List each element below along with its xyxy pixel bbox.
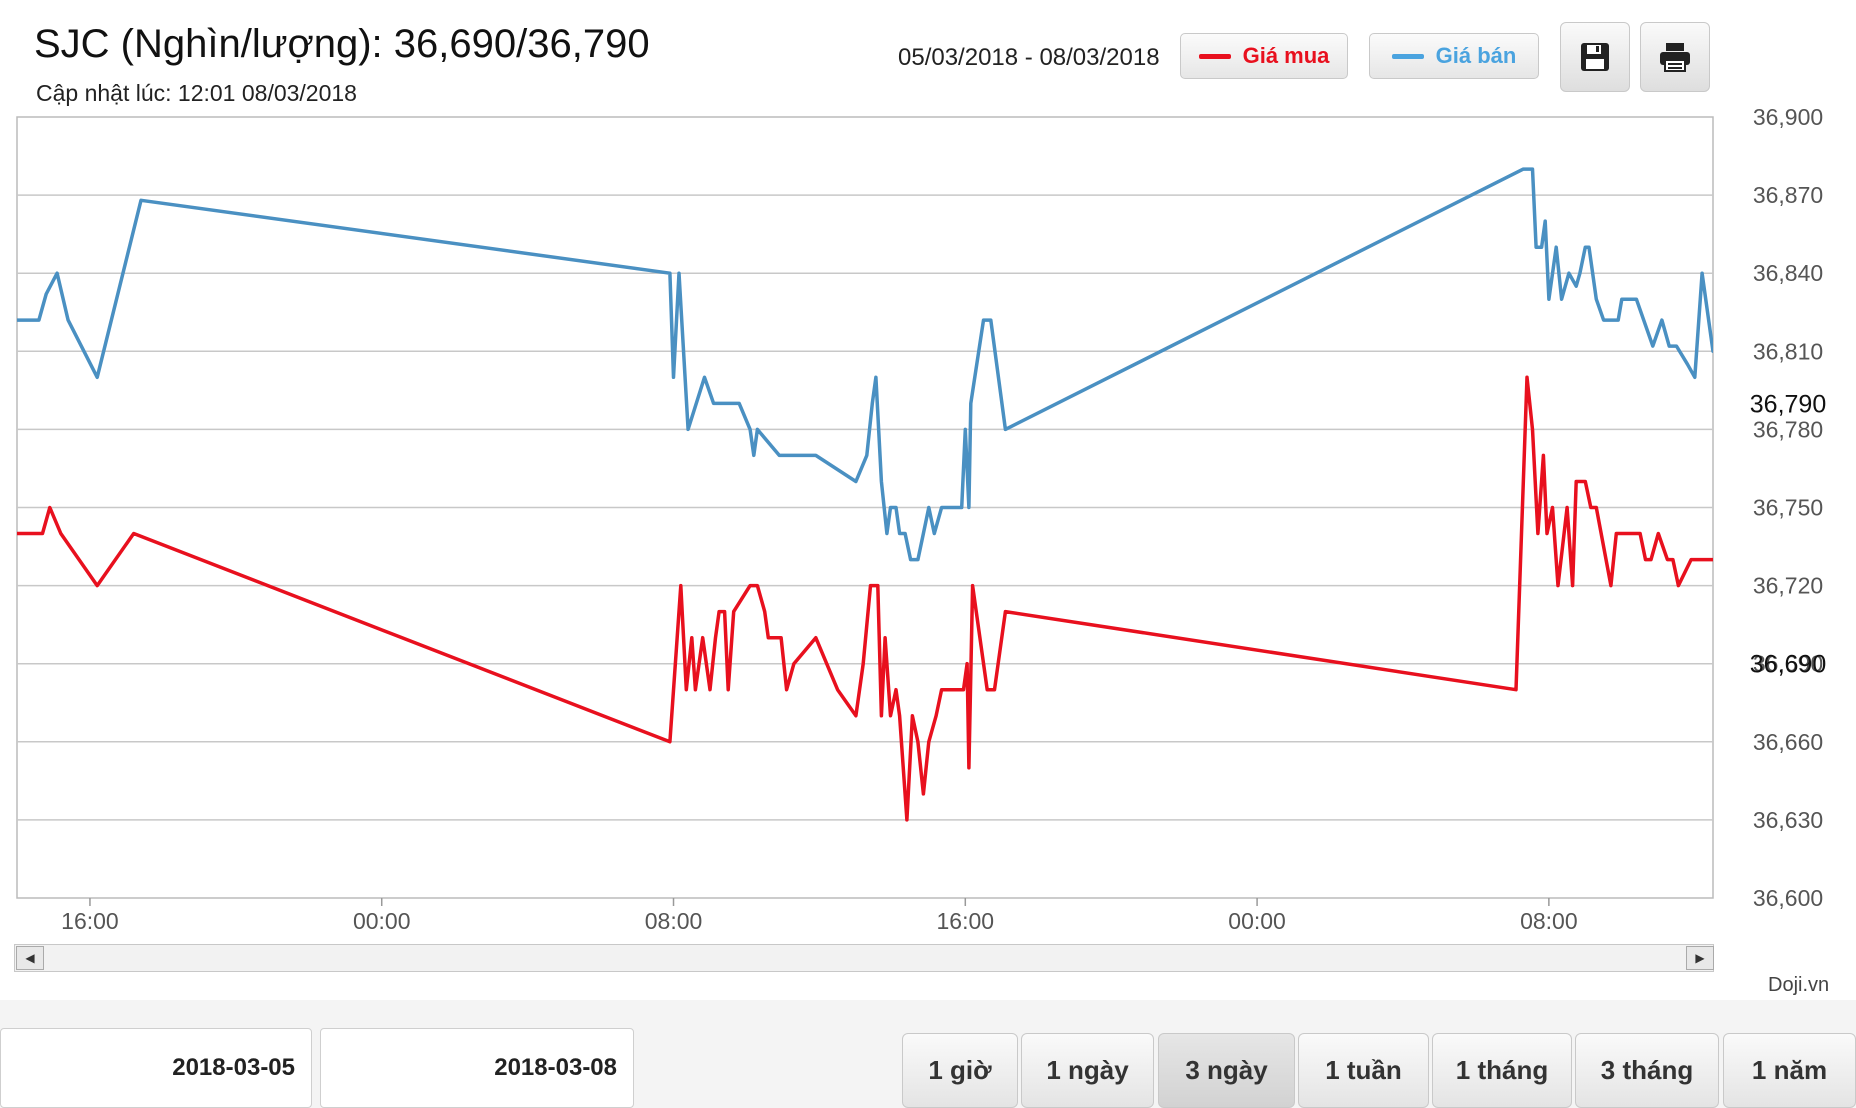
range-button-3-days[interactable]: 3 ngày <box>1158 1033 1295 1108</box>
buy-swatch <box>1198 53 1231 59</box>
save-button[interactable] <box>1560 22 1630 92</box>
last-value-label: 36,790 <box>1750 390 1826 418</box>
date-to-input[interactable]: 2018-03-08 <box>320 1028 634 1108</box>
last-value-label: 36,690 <box>1750 651 1826 679</box>
sell-swatch <box>1391 53 1424 59</box>
x-tick-label: 16:00 <box>937 908 995 934</box>
y-tick-label: 36,660 <box>1753 729 1823 755</box>
range-button-1-day[interactable]: 1 ngày <box>1021 1033 1154 1108</box>
chart-scrollbar[interactable] <box>14 944 1714 972</box>
y-tick-label: 36,870 <box>1753 182 1823 208</box>
floppy-disk-icon <box>1581 43 1609 71</box>
legend-sell-button[interactable]: Giá bán <box>1369 33 1539 79</box>
y-tick-label: 36,780 <box>1753 416 1823 442</box>
y-tick-label: 36,900 <box>1753 104 1823 130</box>
range-button-1-month[interactable]: 1 tháng <box>1432 1033 1572 1108</box>
date-from-input[interactable]: 2018-03-05 <box>0 1028 312 1108</box>
x-tick-label: 00:00 <box>1228 908 1286 934</box>
y-tick-label: 36,600 <box>1753 885 1823 911</box>
y-tick-label: 36,720 <box>1753 573 1823 599</box>
legend-buy-button[interactable]: Giá mua <box>1180 33 1348 79</box>
range-button-1-hour[interactable]: 1 giờ <box>902 1033 1018 1108</box>
price-chart: 36,600 36,630 36,660 36,690 36,720 36,750 36,7… <box>16 104 1826 934</box>
scroll-right-button[interactable]: ▶ <box>1686 946 1714 970</box>
credit-link[interactable]: Doji.vn <box>1768 974 1829 997</box>
printer-icon <box>1660 43 1690 72</box>
y-tick-label: 36,840 <box>1753 260 1823 286</box>
legend-buy-label: Giá mua <box>1242 43 1330 68</box>
scroll-left-button[interactable]: ◀ <box>16 946 44 970</box>
date-range: 05/03/2018 - 08/03/2018 <box>898 44 1160 71</box>
legend-sell-label: Giá bán <box>1435 43 1517 68</box>
y-tick-label: 36,630 <box>1753 807 1823 833</box>
x-tick-label: 08:00 <box>645 908 703 934</box>
range-button-1-year[interactable]: 1 năm <box>1723 1033 1856 1108</box>
x-tick-label: 00:00 <box>353 908 411 934</box>
y-tick-label: 36,750 <box>1753 495 1823 521</box>
range-button-3-months[interactable]: 3 tháng <box>1575 1033 1719 1108</box>
page-title: SJC (Nghìn/lượng): 36,690/36,790 <box>34 22 650 66</box>
x-tick-label: 08:00 <box>1520 908 1578 934</box>
x-tick-label: 16:00 <box>61 908 119 934</box>
range-button-1-week[interactable]: 1 tuần <box>1298 1033 1429 1108</box>
print-button[interactable] <box>1640 22 1710 92</box>
y-tick-label: 36,810 <box>1753 338 1823 364</box>
